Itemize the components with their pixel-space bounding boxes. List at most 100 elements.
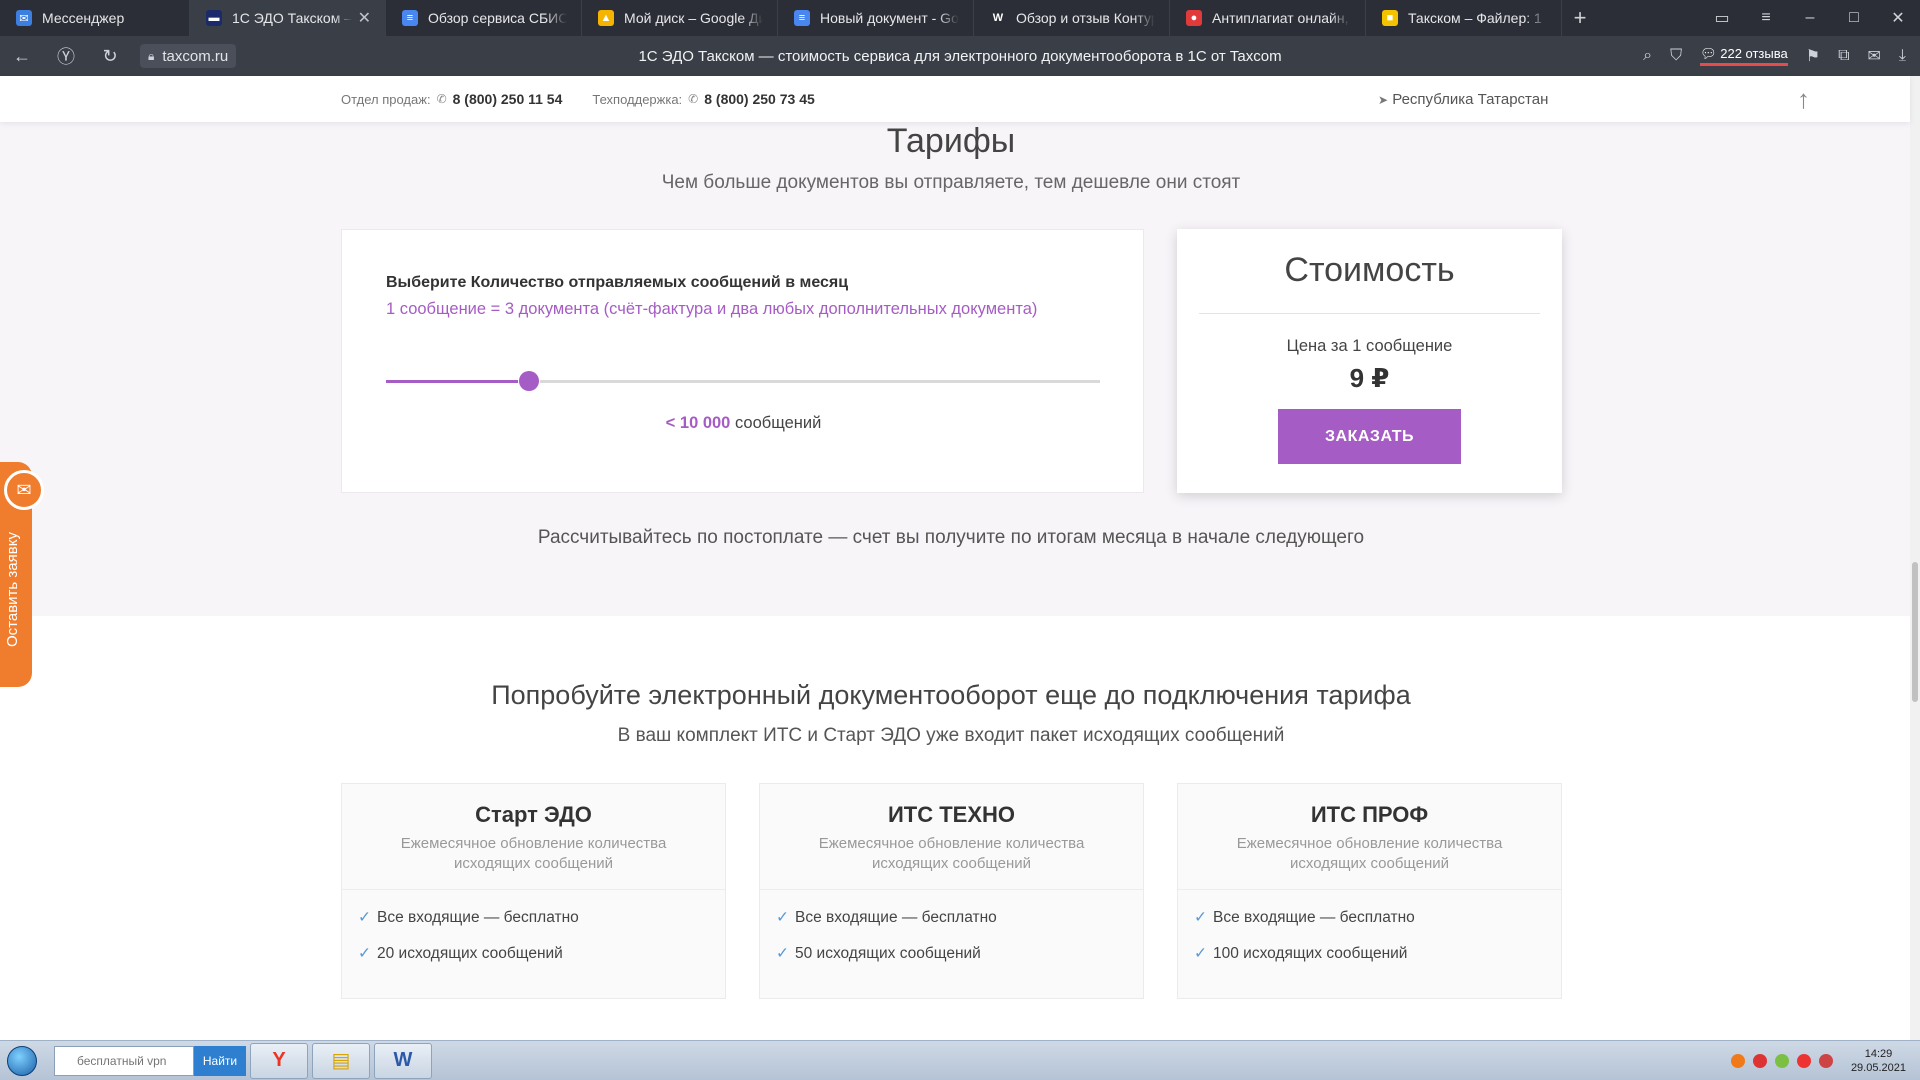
support-phone-link[interactable]: 8 (800) 250 73 45: [704, 91, 815, 107]
wordpress-icon: W: [990, 10, 1006, 26]
count-unit: сообщений: [734, 414, 822, 432]
tab-title: Такском – Файлер: 1 тыс: [1408, 10, 1547, 26]
gdocs-icon: ≡: [402, 10, 418, 26]
reload-icon[interactable]: ↻: [88, 46, 132, 67]
bookmark-icon[interactable]: ⚑: [1806, 46, 1820, 66]
os-taskbar: Найти Y ▤ W 14:29 29.05.2021: [0, 1040, 1920, 1080]
order-button[interactable]: ЗАКАЗАТЬ: [1278, 409, 1461, 464]
browser-tab[interactable]: ≡ Обзор сервиса СБИС - Google: [386, 0, 582, 36]
back-icon[interactable]: ←: [0, 46, 44, 67]
mail-icon[interactable]: ✉: [1868, 46, 1881, 66]
network-icon[interactable]: [1774, 1053, 1789, 1068]
protect-icon[interactable]: ⛉: [1670, 47, 1682, 65]
tab-title: Обзор сервиса СБИС - Google: [428, 10, 567, 26]
phone-icon: ✆: [436, 92, 447, 106]
gdocs-icon: ≡: [794, 10, 810, 26]
feature-text: 100 исходящих сообщений: [1213, 945, 1408, 962]
sales-phone-link[interactable]: 8 (800) 250 11 54: [453, 91, 563, 107]
gdrive-icon: ▲: [598, 10, 614, 26]
mail-icon: ✉: [4, 470, 44, 510]
tariffs-title: Тарифы: [886, 122, 1016, 160]
taxcom-icon: ▬: [206, 10, 222, 26]
browser-tab[interactable]: ✉ Мессенджер: [0, 0, 190, 36]
plan-feature: ✓ Все входящие — бесплатно: [1194, 908, 1415, 927]
antiplagiat-icon: ●: [1186, 10, 1202, 26]
tab-title: 1С ЭДО Такском — стоимость: [232, 10, 352, 26]
start-button[interactable]: [0, 1041, 44, 1080]
reviews-count: 222 отзыва: [1720, 46, 1788, 61]
plan-feature: ✓ 20 исходящих сообщений: [358, 944, 563, 963]
zoom-icon[interactable]: ⌕: [1643, 47, 1652, 65]
plan-desc: Ежемесячное обновление количества исходя…: [818, 835, 1085, 872]
messenger-icon: ✉: [16, 10, 32, 26]
feature-text: Все входящие — бесплатно: [377, 909, 579, 926]
browser-tab[interactable]: ▲ Мой диск – Google Диск: [582, 0, 778, 36]
browser-tab[interactable]: ≡ Новый документ - Google: [778, 0, 974, 36]
scrollbar-thumb[interactable]: [1912, 562, 1918, 702]
menu-icon[interactable]: ≡: [1744, 9, 1788, 27]
new-tab-button[interactable]: +: [1562, 0, 1598, 36]
slider-handle[interactable]: [518, 371, 539, 391]
yandex-tray-icon[interactable]: [1796, 1053, 1811, 1068]
browser-tab[interactable]: ● Антиплагиат онлайн, проверка: [1170, 0, 1366, 36]
tab-title: Новый документ - Google: [820, 10, 959, 26]
message-count-slider[interactable]: [386, 371, 1100, 391]
flag-icon[interactable]: [1818, 1053, 1833, 1068]
url-text: taxcom.ru: [162, 47, 229, 65]
url-field[interactable]: 🔒︎ taxcom.ru: [140, 44, 237, 68]
collections-icon[interactable]: ⧉: [1838, 47, 1849, 65]
check-icon: ✓: [776, 909, 789, 926]
window-controls: ▭ ≡ – □ ✕: [1700, 0, 1920, 36]
trial-subtitle: В ваш комплект ИТС и Старт ЭДО уже входи…: [617, 725, 1285, 746]
count-value: < 10 000: [665, 414, 731, 432]
minimize-button[interactable]: –: [1788, 9, 1832, 27]
browser-tab[interactable]: ■ Такском – Файлер: 1 тыс: [1366, 0, 1562, 36]
plan-name: ИТС ПРОФ: [1310, 802, 1429, 827]
site-header: Отдел продаж: ✆ 8 (800) 250 11 54 Техпод…: [0, 76, 1910, 122]
maximize-button[interactable]: □: [1832, 9, 1876, 27]
tab-title: Обзор и отзыв Контур.Диадок: [1016, 10, 1155, 26]
lock-icon: 🔒︎: [148, 48, 155, 63]
word-taskbar-icon[interactable]: W: [374, 1042, 432, 1079]
taskbar-search-button[interactable]: Найти: [194, 1045, 246, 1076]
check-icon: ✓: [358, 909, 371, 926]
address-bar: ← Ⓨ ↻ 🔒︎ taxcom.ru 1С ЭДО Такском — стои…: [0, 36, 1920, 76]
yandex-browser-taskbar-icon[interactable]: Y: [250, 1042, 308, 1079]
file-explorer-taskbar-icon[interactable]: ▤: [312, 1042, 370, 1079]
page-title: 1С ЭДО Такском — стоимость сервиса для э…: [638, 47, 1282, 65]
taxcom-filer-icon: ■: [1382, 10, 1398, 26]
tray-app-icon[interactable]: [1730, 1053, 1745, 1068]
feature-text: 50 исходящих сообщений: [795, 945, 981, 962]
browser-tab[interactable]: W Обзор и отзыв Контур.Диадок: [974, 0, 1170, 36]
divider: [1199, 313, 1540, 314]
bookmarks-icon[interactable]: ▭: [1700, 8, 1744, 28]
plan-desc: Ежемесячное обновление количества исходя…: [1236, 835, 1503, 872]
yandex-home-icon[interactable]: Ⓨ: [44, 43, 88, 69]
location-arrow-icon: ➤: [1378, 92, 1389, 107]
page-scrollbar[interactable]: [1910, 76, 1920, 1040]
clock[interactable]: 14:29 29.05.2021: [1851, 1047, 1906, 1075]
browser-tab[interactable]: ▬ 1С ЭДО Такском — стоимость ✕: [190, 0, 386, 36]
check-icon: ✓: [358, 945, 371, 962]
plan-desc: Ежемесячное обновление количества исходя…: [400, 835, 667, 872]
leave-request-widget[interactable]: ✉ Оставить заявку: [0, 462, 44, 687]
plan-card-its-tekhno: ИТС ТЕХНО Ежемесячное обновление количес…: [759, 783, 1144, 999]
trial-title: Попробуйте электронный документооборот е…: [491, 680, 1411, 710]
browser-tab-bar: ✉ Мессенджер ▬ 1С ЭДО Такском — стоимость ✕ ≡…: [0, 0, 1920, 36]
plan-feature: ✓ Все входящие — бесплатно: [776, 908, 997, 927]
taskbar-search-input[interactable]: [54, 1045, 194, 1076]
cost-title: Стоимость: [1284, 251, 1455, 289]
close-window-button[interactable]: ✕: [1876, 8, 1920, 28]
tariffs-section: Тарифы Чем больше документов вы отправля…: [0, 122, 1910, 616]
scroll-top-icon[interactable]: ↑: [1797, 84, 1810, 115]
reviews-badge[interactable]: 💬︎ 222 отзыва: [1700, 46, 1788, 66]
postpay-note: Рассчитывайтесь по постоплате — счет вы …: [537, 527, 1365, 548]
plan-card-start-edo: Старт ЭДО Ежемесячное обновление количес…: [341, 783, 726, 999]
volume-icon[interactable]: [1752, 1053, 1767, 1068]
download-icon[interactable]: ⤓: [1899, 47, 1906, 65]
sales-label: Отдел продаж:: [341, 91, 431, 107]
feature-text: Все входящие — бесплатно: [795, 909, 997, 926]
region-selector[interactable]: ➤ Республика Татарстан: [1378, 91, 1548, 108]
close-tab-icon[interactable]: ✕: [358, 8, 371, 28]
check-icon: ✓: [1194, 945, 1207, 962]
